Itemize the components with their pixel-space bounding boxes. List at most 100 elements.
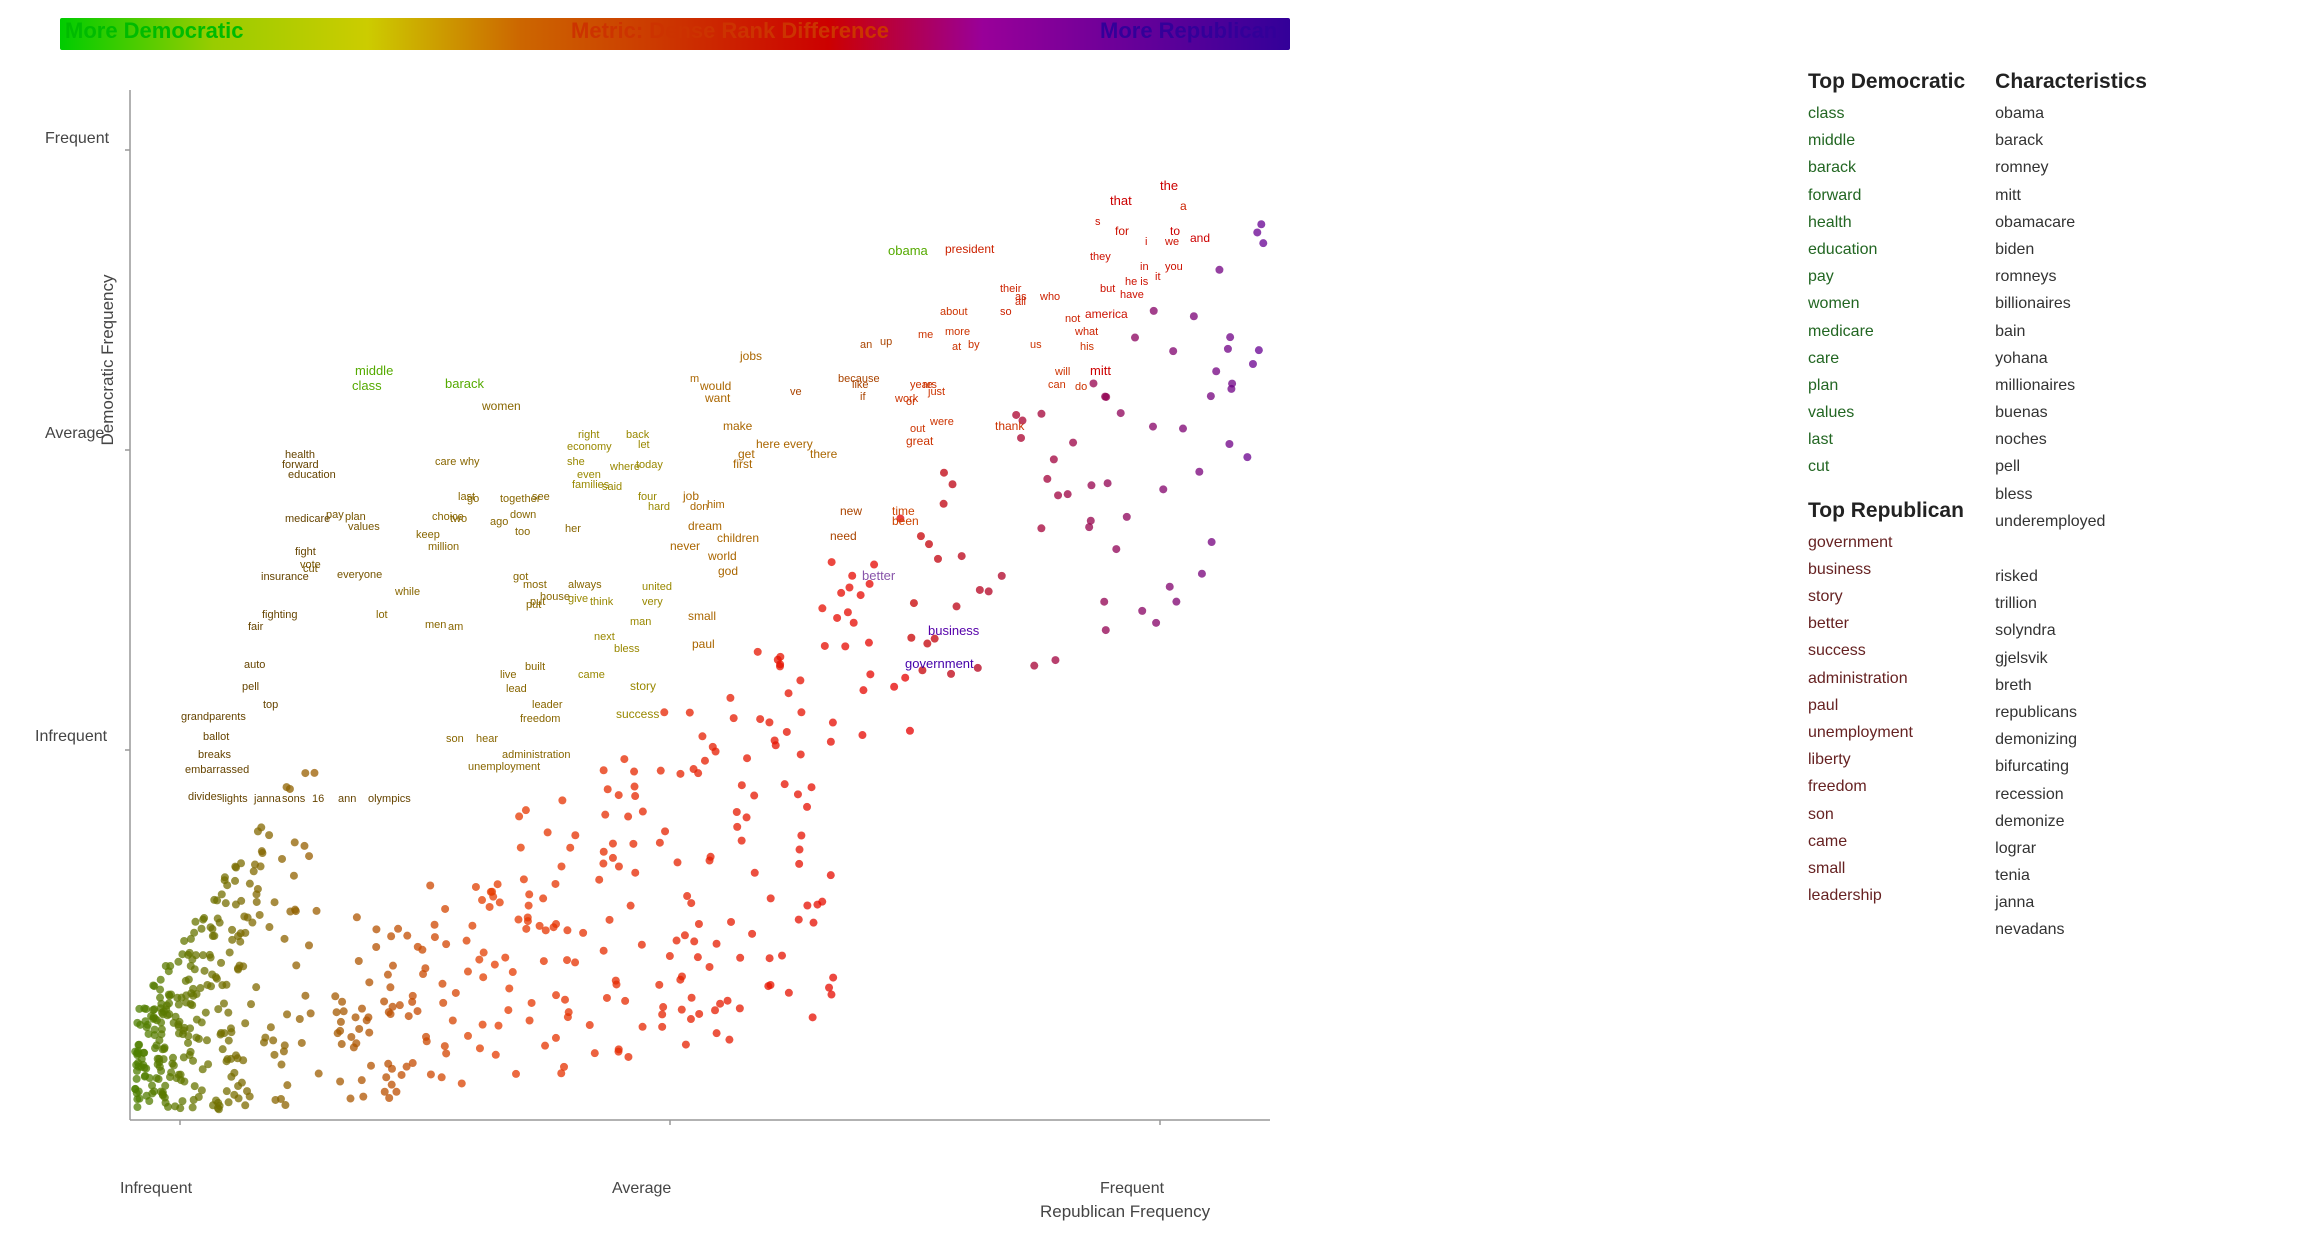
word-label: for: [1115, 224, 1129, 238]
word-label: got: [513, 571, 528, 583]
data-point: [666, 952, 674, 960]
word-label: today: [636, 459, 663, 471]
word-label: to: [1170, 224, 1180, 238]
data-point: [1123, 513, 1131, 521]
data-point: [258, 847, 266, 855]
word-label: paul: [692, 637, 715, 651]
rep-word-item: small: [1808, 855, 1965, 882]
char-dem-item: obama: [1995, 100, 2147, 127]
data-point: [544, 828, 552, 836]
word-label: don: [690, 501, 708, 513]
word-label: him: [707, 499, 725, 511]
word-label: economy: [567, 441, 612, 453]
data-point: [281, 935, 289, 943]
data-point: [292, 961, 300, 969]
data-point: [227, 1073, 235, 1081]
data-point: [681, 931, 689, 939]
word-label: as: [1015, 291, 1027, 303]
data-point: [201, 967, 209, 975]
data-point: [409, 1059, 417, 1067]
rep-word-item: government: [1808, 529, 1965, 556]
data-point: [269, 1036, 277, 1044]
data-point: [301, 992, 309, 1000]
data-point: [736, 1004, 744, 1012]
data-point: [1089, 379, 1097, 387]
dem-word-item: last: [1808, 426, 1965, 453]
data-point: [827, 871, 835, 879]
data-point: [271, 1096, 279, 1104]
data-point: [340, 1007, 348, 1015]
data-point: [301, 769, 309, 777]
dem-word-item: pay: [1808, 263, 1965, 290]
data-point: [296, 1015, 304, 1023]
data-point: [148, 1082, 156, 1090]
word-label: hard: [648, 501, 670, 513]
data-point: [808, 783, 816, 791]
char-dem-item: bless: [1995, 481, 2147, 508]
word-label: freedom: [520, 713, 560, 725]
data-point: [224, 1009, 232, 1017]
data-point: [190, 1096, 198, 1104]
data-point: [174, 1020, 182, 1028]
data-point: [449, 1016, 457, 1024]
word-label: president: [945, 242, 995, 256]
data-point: [738, 837, 746, 845]
data-point: [923, 640, 931, 648]
data-point: [464, 968, 472, 976]
data-point: [389, 962, 397, 970]
word-label: put: [526, 599, 541, 611]
data-point: [901, 674, 909, 682]
data-point: [940, 500, 948, 508]
char-dem-item: mitt: [1995, 182, 2147, 209]
data-point: [476, 1044, 484, 1052]
data-point: [890, 683, 898, 691]
data-point: [265, 923, 273, 931]
data-point: [133, 1089, 141, 1097]
word-label: united: [642, 581, 672, 593]
data-point: [564, 1013, 572, 1021]
data-point: [1017, 434, 1025, 442]
data-point: [220, 1029, 228, 1037]
word-label: need: [830, 529, 857, 543]
data-point: [711, 1006, 719, 1014]
data-point: [158, 1025, 166, 1033]
data-point: [673, 937, 681, 945]
data-point: [187, 989, 195, 997]
word-label: but: [1100, 283, 1115, 295]
word-label: grandparents: [181, 711, 246, 723]
word-label: olympics: [368, 793, 411, 805]
data-point: [291, 906, 299, 914]
word-label: choice: [432, 511, 464, 523]
word-label: give: [568, 593, 588, 605]
data-point: [639, 1023, 647, 1031]
char-rep-item: breth: [1995, 672, 2147, 699]
word-label: business: [928, 623, 980, 638]
word-label: her: [565, 523, 581, 535]
data-point: [522, 925, 530, 933]
word-label: live: [500, 669, 517, 681]
dem-word-item: education: [1808, 236, 1965, 263]
data-point: [858, 731, 866, 739]
legend-panel: Top Democratic classmiddlebarackforwardh…: [1808, 70, 2288, 944]
data-point: [338, 1040, 346, 1048]
char-rep-item: janna: [1995, 889, 2147, 916]
data-point: [1172, 598, 1180, 606]
dem-word-item: plan: [1808, 372, 1965, 399]
data-point: [566, 844, 574, 852]
data-point: [151, 1044, 159, 1052]
word-label: and: [1190, 231, 1210, 245]
word-label: million: [428, 541, 459, 553]
word-label: here every: [756, 437, 813, 451]
data-point: [629, 840, 637, 848]
data-point: [405, 1012, 413, 1020]
char-rep-item: risked: [1995, 563, 2147, 590]
char-dem-item: romney: [1995, 154, 2147, 181]
data-point: [133, 1019, 141, 1027]
word-label: values: [348, 521, 380, 533]
data-point: [766, 954, 774, 962]
data-point: [595, 876, 603, 884]
word-label: children: [717, 531, 759, 545]
data-point: [713, 1029, 721, 1037]
data-point: [509, 968, 517, 976]
data-point: [796, 676, 804, 684]
